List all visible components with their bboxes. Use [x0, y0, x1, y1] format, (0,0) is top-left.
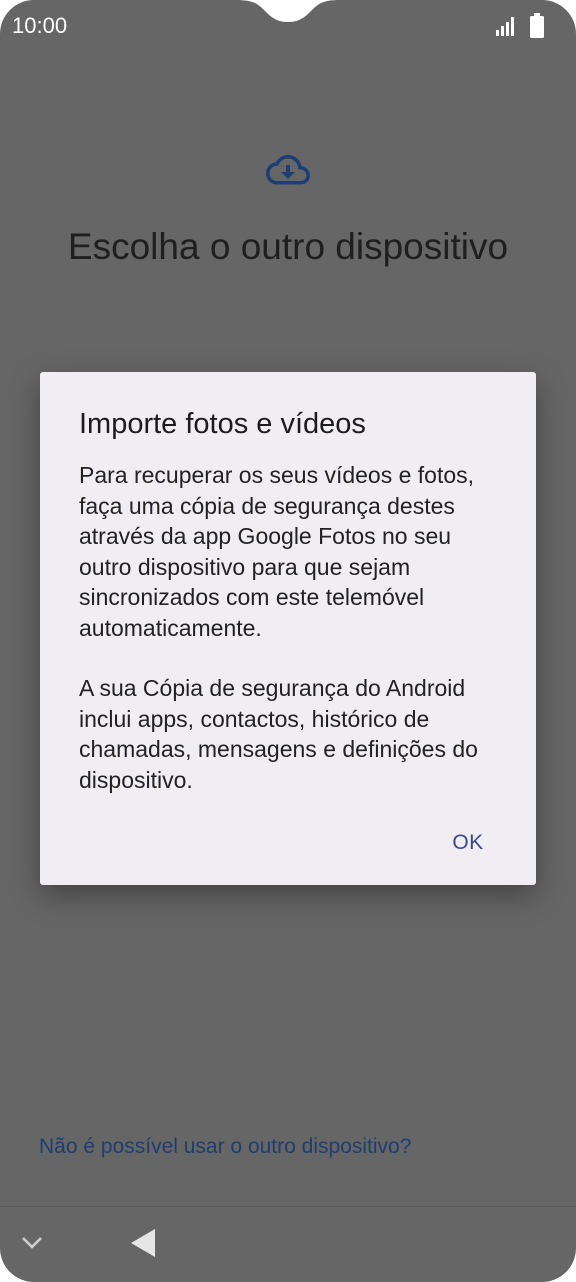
notch — [236, 0, 340, 22]
dialog-body: Para recuperar os seus vídeos e fotos, f… — [79, 460, 509, 795]
nav-divider — [0, 1206, 576, 1207]
status-time: 10:00 — [12, 13, 68, 38]
back-triangle-icon[interactable] — [130, 1228, 156, 1258]
cloud-download-icon — [266, 155, 310, 185]
import-photos-dialog: Importe fotos e vídeos Para recuperar os… — [40, 372, 536, 885]
battery-icon — [530, 13, 544, 38]
cannot-use-other-device-link[interactable]: Não é possível usar o outro dispositivo? — [39, 1135, 411, 1159]
chevron-down-icon[interactable] — [20, 1234, 44, 1252]
dialog-paragraph-2: A sua Cópia de segurança do Android incl… — [79, 675, 478, 793]
ok-button[interactable]: OK — [436, 826, 500, 860]
dialog-paragraph-1: Para recuperar os seus vídeos e fotos, f… — [79, 462, 475, 641]
signal-icon — [496, 17, 514, 36]
phone-screen: 10:00 Escolha o outro dispositivo Não é … — [0, 0, 576, 1282]
status-bar: 10:00 — [0, 0, 576, 56]
page-title: Escolha o outro dispositivo — [67, 226, 509, 267]
dialog-title: Importe fotos e vídeos — [79, 408, 366, 440]
